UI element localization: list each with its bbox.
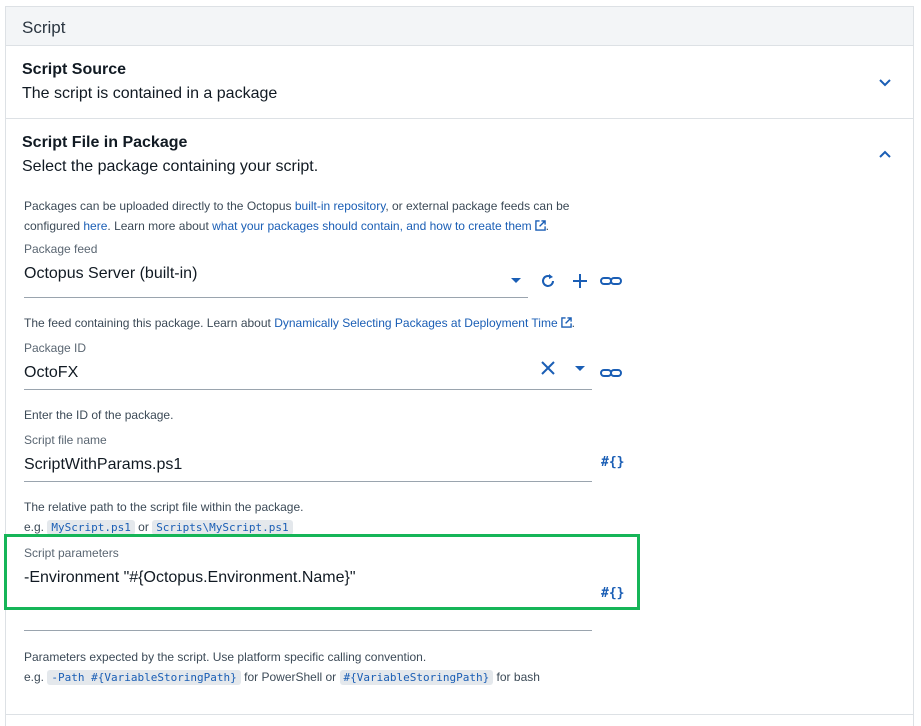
script-file-row: Script File in Package Select the packag… [6,119,913,715]
package-feed-underline [24,297,528,298]
script-source-summary: The script is contained in a package [22,85,278,102]
external-link-icon [560,317,572,328]
script-file-name-input[interactable]: ScriptWithParams.ps1 [24,456,182,474]
dropdown-arrow-icon[interactable] [574,365,586,373]
package-feed-label: Package feed [24,242,98,256]
script-source-row[interactable]: Script Source The script is contained in… [6,46,913,119]
section-title: Script [22,18,66,37]
insert-variable-button[interactable]: #{} [601,586,624,601]
dynamic-packages-link[interactable]: Dynamically Selecting Packages at Deploy… [274,316,557,330]
script-file-summary: Select the package containing your scrip… [22,158,319,175]
link-icon [600,369,622,377]
add-feed-button[interactable] [569,270,591,292]
refresh-button[interactable] [537,270,559,292]
script-parameters-help: Parameters expected by the script. Use p… [24,650,540,685]
close-icon [541,361,555,375]
built-in-repository-link[interactable]: built-in repository [295,199,385,213]
chevron-down-icon[interactable] [877,74,893,90]
package-id-input[interactable]: OctoFX [24,364,78,382]
script-source-title: Script Source [22,61,127,78]
dropdown-arrow-icon[interactable] [510,277,522,285]
script-parameters-input[interactable]: -Environment "#{Octopus.Environment.Name… [24,569,356,587]
external-link-icon [534,220,546,231]
package-id-label: Package ID [24,341,87,355]
bind-package-id-button[interactable] [600,362,622,384]
script-file-name-label: Script file name [24,433,107,447]
plus-icon [573,274,587,288]
package-feed-select[interactable]: Octopus Server (built-in) [24,265,197,283]
example-code: -Path #{VariableStoringPath} [47,670,241,685]
refresh-icon [542,274,554,287]
script-parameters-underline [24,630,592,631]
example-code: #{VariableStoringPath} [339,670,494,685]
package-id-help: Enter the ID of the package. [24,408,174,422]
script-file-name-help: The relative path to the script file wit… [24,500,304,535]
package-docs-link[interactable]: what your packages should contain, and h… [212,219,532,233]
chevron-up-icon[interactable] [877,147,893,163]
example-code: MyScript.ps1 [47,520,135,535]
script-step-panel: Script Script Source The script is conta… [5,6,914,726]
here-link[interactable]: here [83,219,107,233]
script-file-name-underline [24,481,592,482]
package-intro-text: Packages can be uploaded directly to the… [24,199,570,233]
bind-feed-button[interactable] [600,270,622,292]
link-icon [600,277,622,285]
package-id-underline [24,389,592,390]
insert-variable-button[interactable]: #{} [601,455,624,470]
script-file-title: Script File in Package [22,134,188,151]
section-header: Script [6,7,913,46]
example-code: Scripts\MyScript.ps1 [152,520,293,535]
script-parameters-label: Script parameters [24,546,119,560]
package-feed-help: The feed containing this package. Learn … [24,316,575,330]
clear-package-id-button[interactable] [537,357,559,379]
